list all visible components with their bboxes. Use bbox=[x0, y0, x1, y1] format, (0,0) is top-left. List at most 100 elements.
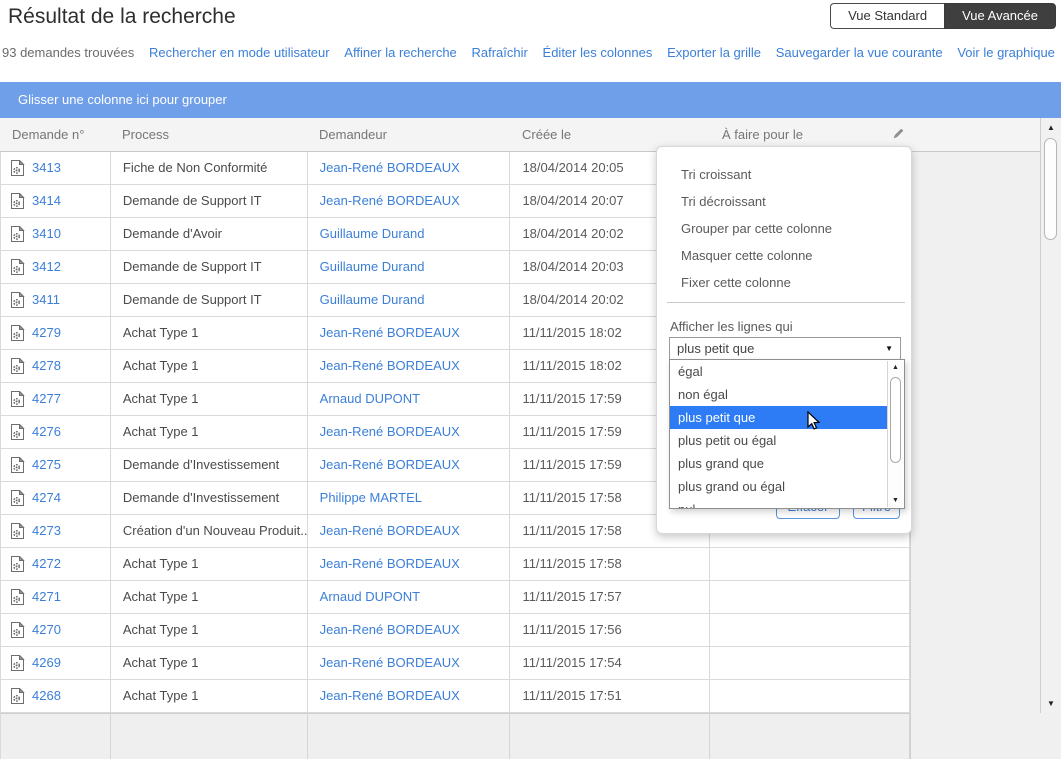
toolbar-link-rafra-chir[interactable]: Rafraîchir bbox=[471, 45, 527, 60]
demandeur-link[interactable]: Jean-René BORDEAUX bbox=[320, 193, 460, 208]
request-id-cell: 4279 bbox=[1, 317, 111, 349]
request-id-link[interactable]: 4268 bbox=[32, 680, 61, 712]
request-id-link[interactable]: 4275 bbox=[32, 449, 61, 481]
request-id-cell: 3413 bbox=[1, 152, 111, 184]
toolbar-link-affiner-la-recherche[interactable]: Affiner la recherche bbox=[344, 45, 457, 60]
demandeur-link[interactable]: Jean-René BORDEAUX bbox=[320, 523, 460, 538]
due-cell bbox=[710, 548, 910, 580]
request-id-link[interactable]: 3413 bbox=[32, 152, 61, 184]
group-drop-label: Glisser une colonne ici pour grouper bbox=[18, 82, 1061, 118]
operator-option[interactable]: nul bbox=[670, 498, 887, 509]
request-id-link[interactable]: 4270 bbox=[32, 614, 61, 646]
list-scroll-down-icon[interactable]: ▼ bbox=[888, 497, 903, 504]
process-cell: Achat Type 1 bbox=[111, 416, 308, 448]
operator-option[interactable]: plus grand que bbox=[670, 452, 887, 475]
menu-item-tri-d-croissant[interactable]: Tri décroissant bbox=[657, 188, 911, 215]
created-cell: 11/11/2015 17:58 bbox=[510, 548, 710, 580]
operator-list-scrollbar[interactable]: ▲ ▼ bbox=[887, 361, 903, 507]
demandeur-link[interactable]: Guillaume Durand bbox=[320, 226, 425, 241]
results-count: 93 demandes trouvées bbox=[2, 45, 134, 60]
request-id-cell: 4277 bbox=[1, 383, 111, 415]
scrollbar-thumb[interactable] bbox=[1044, 138, 1057, 240]
list-scroll-thumb[interactable] bbox=[890, 377, 901, 463]
request-icon bbox=[10, 259, 25, 275]
column-header-2[interactable]: Process bbox=[110, 118, 307, 151]
request-id-link[interactable]: 3412 bbox=[32, 251, 61, 283]
request-id-link[interactable]: 4278 bbox=[32, 350, 61, 382]
group-drop-zone[interactable]: Glisser une colonne ici pour grouper bbox=[0, 82, 1061, 118]
demandeur-link[interactable]: Guillaume Durand bbox=[320, 292, 425, 307]
toolbar-link--diter-les-colonnes[interactable]: Éditer les colonnes bbox=[543, 45, 653, 60]
toolbar-link-voir-le-graphique[interactable]: Voir le graphique bbox=[957, 45, 1055, 60]
request-icon bbox=[10, 424, 25, 440]
demandeur-link[interactable]: Jean-René BORDEAUX bbox=[320, 325, 460, 340]
column-header-1[interactable]: Demande n° bbox=[0, 118, 110, 151]
request-id-link[interactable]: 4273 bbox=[32, 515, 61, 547]
footer-cell bbox=[710, 714, 910, 759]
created-cell: 11/11/2015 17:57 bbox=[510, 581, 710, 613]
demandeur-cell: Arnaud DUPONT bbox=[308, 383, 511, 415]
demandeur-link[interactable]: Guillaume Durand bbox=[320, 259, 425, 274]
demandeur-link[interactable]: Jean-René BORDEAUX bbox=[320, 160, 460, 175]
demandeur-link[interactable]: Philippe MARTEL bbox=[320, 490, 422, 505]
demandeur-link[interactable]: Jean-René BORDEAUX bbox=[320, 556, 460, 571]
demandeur-cell: Jean-René BORDEAUX bbox=[308, 614, 511, 646]
chevron-down-icon: ▼ bbox=[885, 338, 893, 359]
menu-item-grouper-par-cette-colonne[interactable]: Grouper par cette colonne bbox=[657, 215, 911, 242]
demandeur-cell: Jean-René BORDEAUX bbox=[308, 317, 511, 349]
process-cell: Achat Type 1 bbox=[111, 383, 308, 415]
list-scroll-up-icon[interactable]: ▲ bbox=[888, 364, 903, 371]
request-id-link[interactable]: 4272 bbox=[32, 548, 61, 580]
request-id-link[interactable]: 4276 bbox=[32, 416, 61, 448]
scroll-down-icon[interactable]: ▼ bbox=[1041, 699, 1061, 708]
menu-item-masquer-cette-colonne[interactable]: Masquer cette colonne bbox=[657, 242, 911, 269]
vertical-scrollbar[interactable]: ▲ ▼ bbox=[1040, 118, 1061, 713]
request-icon bbox=[10, 556, 25, 572]
demandeur-link[interactable]: Jean-René BORDEAUX bbox=[320, 457, 460, 472]
demandeur-cell: Jean-René BORDEAUX bbox=[308, 647, 511, 679]
demandeur-link[interactable]: Jean-René BORDEAUX bbox=[320, 358, 460, 373]
column-header-3[interactable]: Demandeur bbox=[307, 118, 510, 151]
request-id-link[interactable]: 3411 bbox=[32, 284, 60, 316]
request-id-link[interactable]: 4271 bbox=[32, 581, 61, 613]
toolbar-link-exporter-la-grille[interactable]: Exporter la grille bbox=[667, 45, 761, 60]
operator-option[interactable]: plus petit ou égal bbox=[670, 429, 887, 452]
request-id-link[interactable]: 4277 bbox=[32, 383, 61, 415]
process-cell: Demande d'Avoir bbox=[111, 218, 308, 250]
view-standard-button[interactable]: Vue Standard bbox=[830, 3, 944, 29]
process-cell: Achat Type 1 bbox=[111, 317, 308, 349]
request-id-link[interactable]: 3410 bbox=[32, 218, 61, 250]
table-row: 4269Achat Type 1Jean-René BORDEAUX11/11/… bbox=[0, 647, 910, 680]
request-icon bbox=[10, 358, 25, 374]
due-cell bbox=[710, 581, 910, 613]
demandeur-link[interactable]: Arnaud DUPONT bbox=[320, 589, 420, 604]
operator-option[interactable]: plus grand ou égal bbox=[670, 475, 887, 498]
toolbar-link-sauvegarder-la-vue-courante[interactable]: Sauvegarder la vue courante bbox=[776, 45, 943, 60]
menu-item-tri-croissant[interactable]: Tri croissant bbox=[657, 161, 911, 188]
process-cell: Achat Type 1 bbox=[111, 647, 308, 679]
operator-select[interactable]: plus petit que ▼ bbox=[669, 337, 901, 360]
request-id-link[interactable]: 4269 bbox=[32, 647, 61, 679]
edit-pencil-icon[interactable] bbox=[890, 125, 907, 142]
demandeur-link[interactable]: Jean-René BORDEAUX bbox=[320, 424, 460, 439]
request-icon bbox=[10, 622, 25, 638]
operator-option[interactable]: plus petit que bbox=[670, 406, 887, 429]
demandeur-cell: Jean-René BORDEAUX bbox=[308, 416, 511, 448]
demandeur-link[interactable]: Jean-René BORDEAUX bbox=[320, 688, 460, 703]
demandeur-link[interactable]: Jean-René BORDEAUX bbox=[320, 622, 460, 637]
operator-option[interactable]: égal bbox=[670, 360, 887, 383]
request-id-link[interactable]: 4279 bbox=[32, 317, 61, 349]
scroll-up-icon[interactable]: ▲ bbox=[1041, 123, 1061, 132]
request-id-link[interactable]: 4274 bbox=[32, 482, 61, 514]
request-id-cell: 3414 bbox=[1, 185, 111, 217]
view-advanced-button[interactable]: Vue Avancée bbox=[944, 3, 1056, 29]
demandeur-cell: Jean-René BORDEAUX bbox=[308, 152, 511, 184]
demandeur-link[interactable]: Arnaud DUPONT bbox=[320, 391, 420, 406]
operator-option[interactable]: non égal bbox=[670, 383, 887, 406]
process-cell: Demande de Support IT bbox=[111, 251, 308, 283]
demandeur-link[interactable]: Jean-René BORDEAUX bbox=[320, 655, 460, 670]
toolbar-link-rechercher-en-mode-utilisateur[interactable]: Rechercher en mode utilisateur bbox=[149, 45, 330, 60]
request-id-cell: 3412 bbox=[1, 251, 111, 283]
menu-item-fixer-cette-colonne[interactable]: Fixer cette colonne bbox=[657, 269, 911, 296]
request-id-link[interactable]: 3414 bbox=[32, 185, 61, 217]
